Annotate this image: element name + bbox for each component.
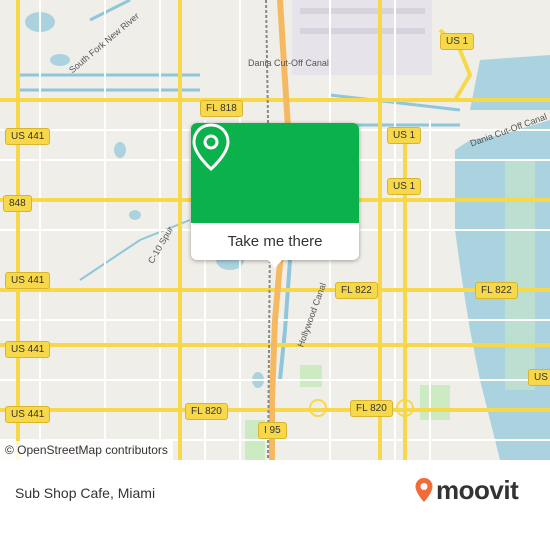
shield-us441: US 441	[5, 272, 51, 289]
moovit-logo[interactable]: moovit	[414, 475, 519, 505]
popup-header	[191, 123, 359, 223]
take-me-there-button[interactable]: Take me there	[191, 223, 359, 260]
shield-us441: US 441	[5, 406, 51, 423]
moovit-pin-icon	[415, 478, 433, 502]
shield-i95: I 95	[258, 422, 287, 439]
label-dania-cutoff: Dania Cut-Off Canal	[248, 58, 329, 68]
popup-tail	[267, 259, 283, 268]
shield-fl818: FL 818	[200, 100, 243, 117]
shield-us1: US 1	[528, 369, 550, 386]
shield-848: 848	[3, 195, 32, 212]
location-popup: Take me there	[191, 123, 359, 268]
map-attribution[interactable]: © OpenStreetMap contributors	[0, 441, 173, 460]
moovit-wordmark: moovit	[436, 475, 519, 505]
shield-fl820: FL 820	[185, 403, 228, 420]
location-pin-icon	[192, 123, 230, 171]
place-name: Sub Shop Cafe, Miami	[15, 485, 156, 501]
shield-fl822: FL 822	[475, 282, 518, 299]
shield-us441: US 441	[5, 341, 51, 358]
shield-us1: US 1	[387, 127, 422, 144]
shield-fl820: FL 820	[350, 400, 393, 417]
footer: Sub Shop Cafe, Miami moovit	[0, 460, 550, 550]
shield-us1: US 1	[440, 33, 475, 50]
shield-us441: US 441	[5, 128, 51, 145]
map[interactable]: US 441 FL 818 US 1 US 1 US 1 848 US 441 …	[0, 0, 550, 460]
shield-us1: US 1	[387, 178, 422, 195]
shield-fl822: FL 822	[335, 282, 378, 299]
